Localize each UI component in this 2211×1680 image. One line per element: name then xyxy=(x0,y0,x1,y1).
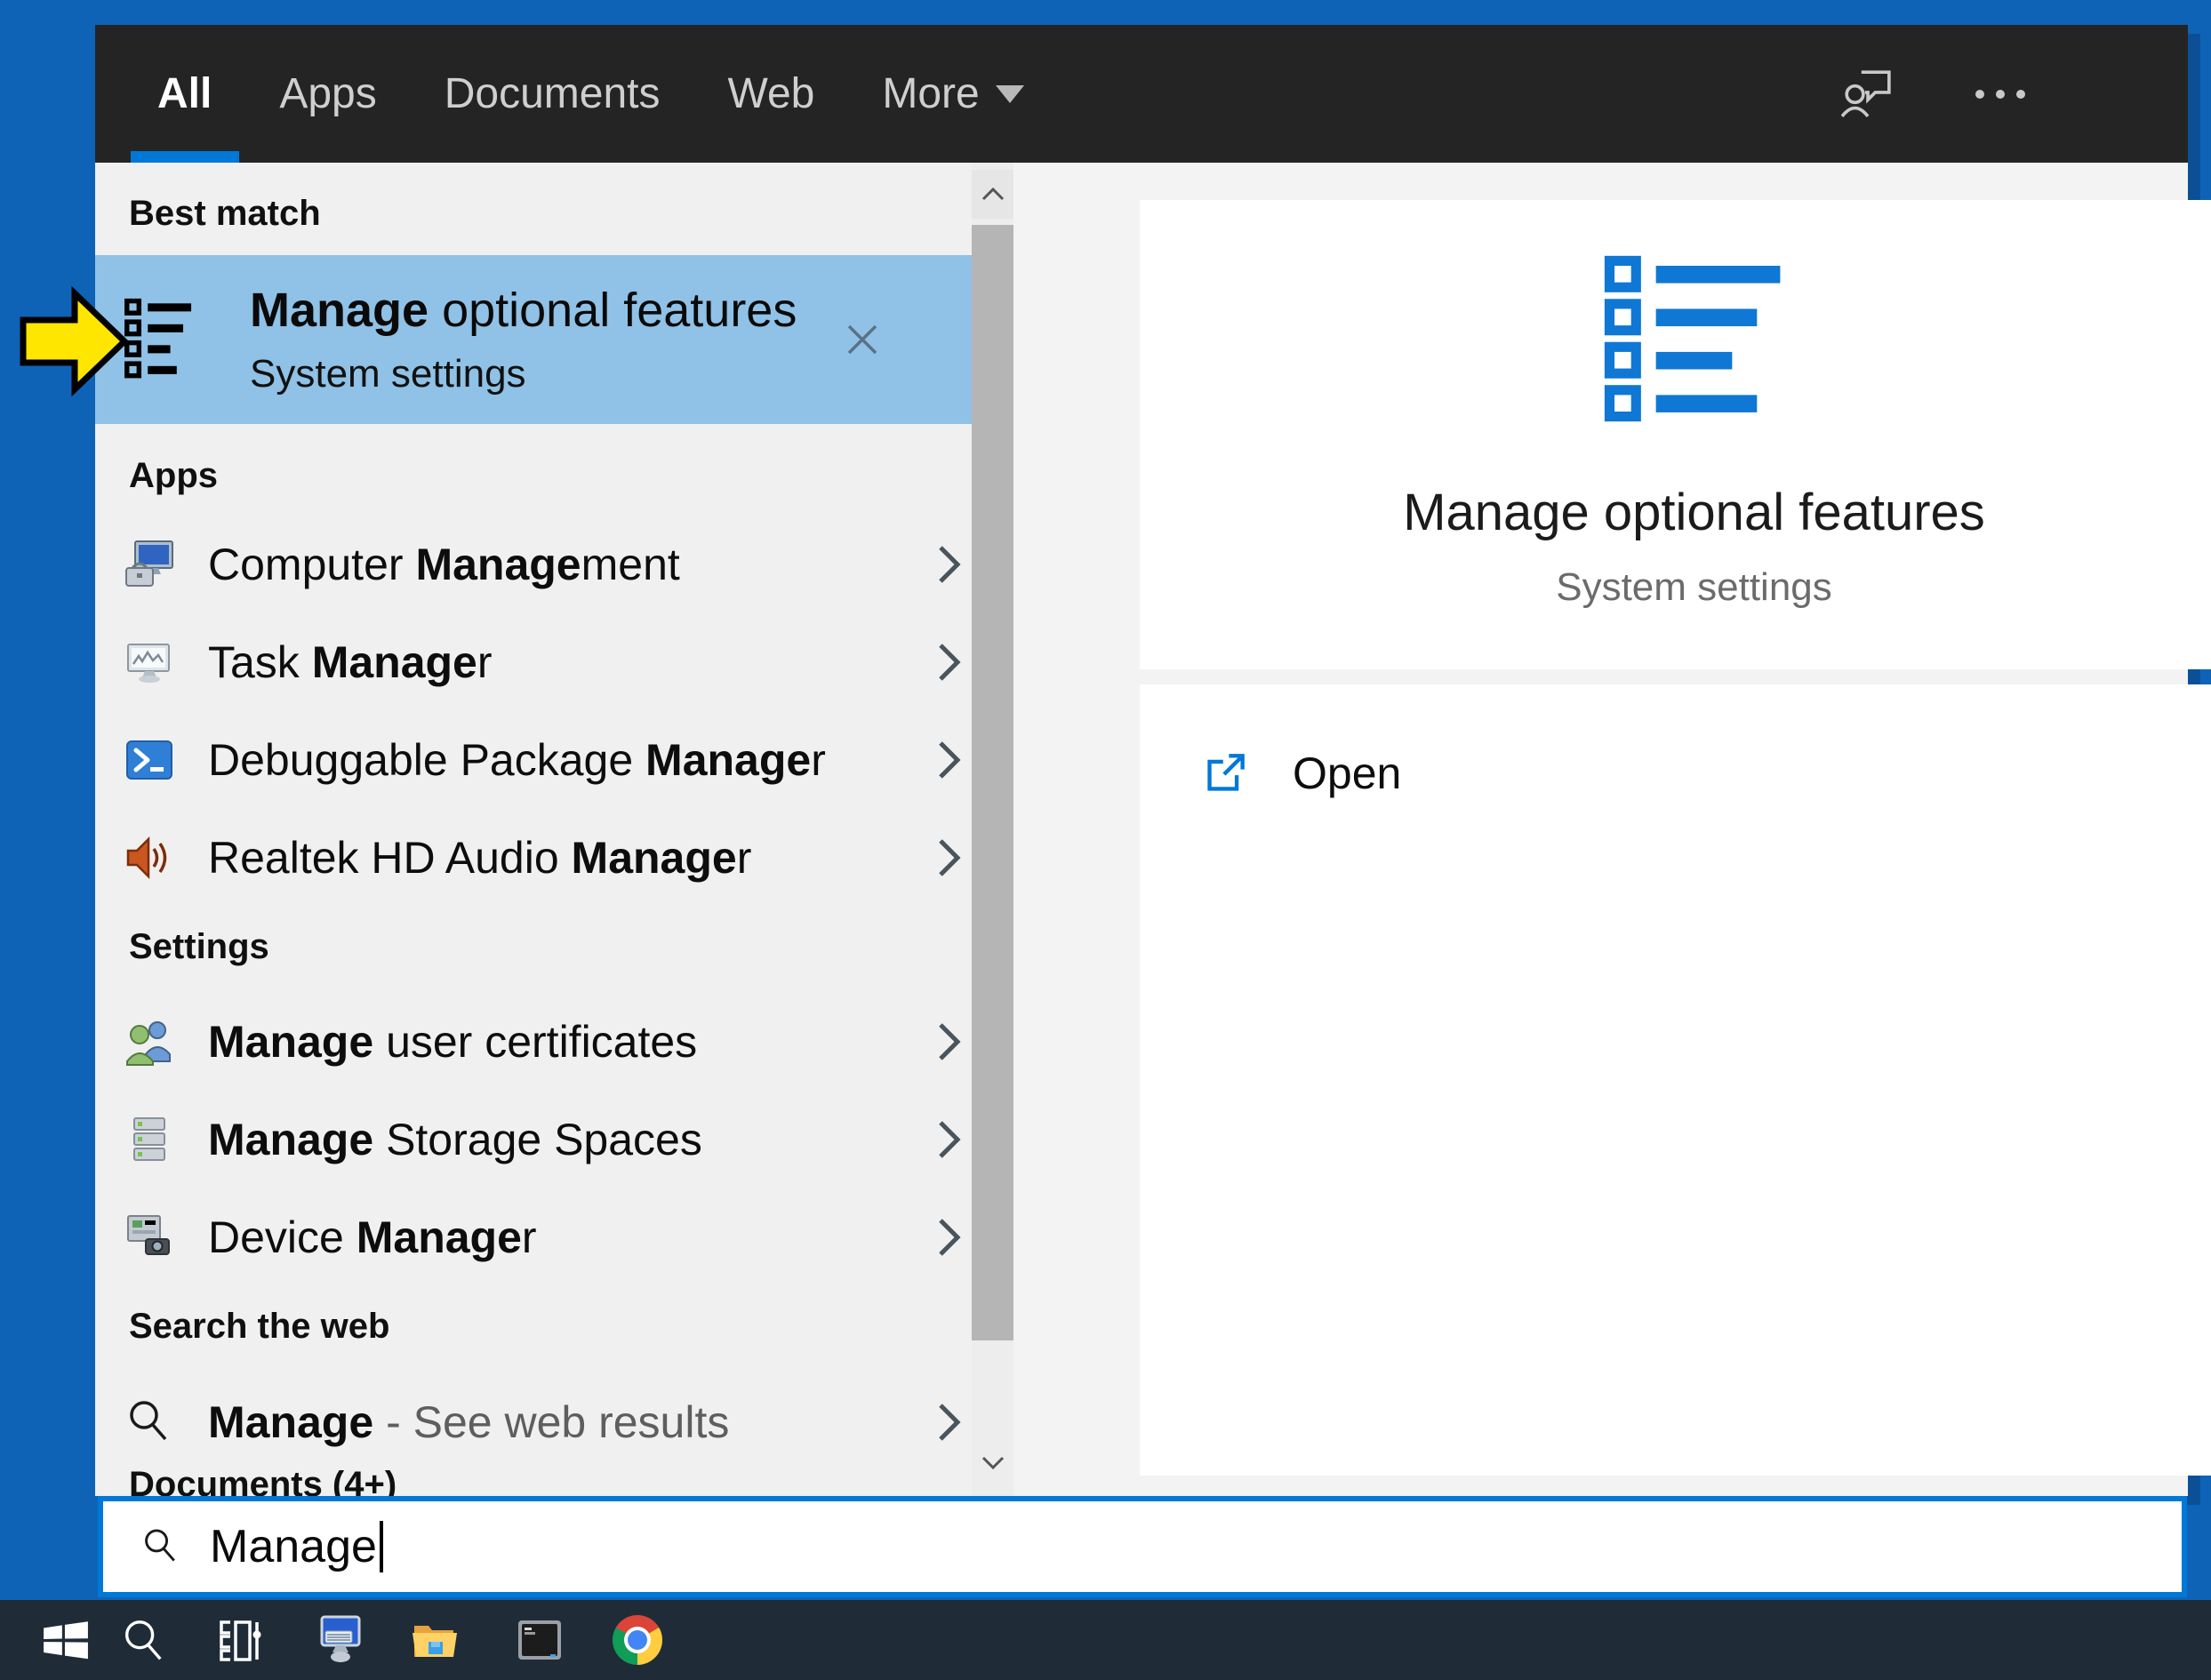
task-view-icon xyxy=(218,1615,268,1665)
tab-apps[interactable]: Apps xyxy=(279,69,376,118)
tab-apps-label: Apps xyxy=(279,69,376,118)
chevron-right-icon[interactable] xyxy=(938,1403,961,1442)
text-cursor xyxy=(380,1521,383,1572)
console-icon xyxy=(515,1615,565,1665)
result-label: Debuggable Package Manager xyxy=(208,734,826,786)
search-the-web-heading: Search the web xyxy=(129,1300,389,1353)
preview-actions-card: Open xyxy=(1140,684,2211,1476)
documents-heading: Documents (4+) xyxy=(129,1458,397,1496)
tab-documents[interactable]: Documents xyxy=(445,69,661,118)
search-filter-header: All Apps Documents Web More xyxy=(95,25,2188,163)
windows-logo-icon xyxy=(42,1616,90,1664)
result-computer-management[interactable]: Computer Management xyxy=(95,516,972,613)
desktop-background: All Apps Documents Web More xyxy=(0,0,2211,1680)
scrollbar-thumb[interactable] xyxy=(972,225,1013,1340)
search-query-text: Manage xyxy=(210,1520,377,1573)
best-match-heading: Best match xyxy=(129,187,321,240)
result-device-manager[interactable]: Device Manager xyxy=(95,1188,972,1286)
best-match-title-rest: optional features xyxy=(429,284,797,337)
open-action[interactable]: Open xyxy=(1140,736,2211,811)
ellipsis-icon[interactable] xyxy=(1973,85,2028,103)
search-icon xyxy=(140,1526,181,1567)
chevron-right-icon[interactable] xyxy=(938,643,961,682)
scroll-down-button[interactable] xyxy=(972,1438,1013,1487)
result-label: Computer Management xyxy=(208,539,680,590)
best-match-subtitle: System settings xyxy=(250,352,797,396)
chrome-shortcut[interactable] xyxy=(599,1600,676,1680)
result-label: Manage Storage Spaces xyxy=(208,1114,702,1165)
scroll-up-button[interactable] xyxy=(972,170,1013,219)
result-realtek-audio-manager[interactable]: Realtek HD Audio Manager xyxy=(95,809,972,907)
optional-features-icon-large xyxy=(1603,253,1785,424)
chevron-right-icon[interactable] xyxy=(938,545,961,584)
feedback-user-icon[interactable] xyxy=(1841,68,1893,120)
result-label: Realtek HD Audio Manager xyxy=(208,832,751,884)
tab-more-label: More xyxy=(882,69,979,118)
tab-all-label: All xyxy=(157,69,212,118)
results-scrollbar[interactable] xyxy=(972,163,1013,1496)
start-button[interactable] xyxy=(28,1600,104,1680)
chevron-up-icon xyxy=(981,188,1005,201)
computer-keyboard-icon xyxy=(315,1615,364,1665)
result-manage-user-certificates[interactable]: Manage user certificates xyxy=(95,993,972,1091)
folder-icon xyxy=(411,1615,461,1665)
task-view-button[interactable] xyxy=(204,1600,281,1680)
remote-desktop-shortcut[interactable] xyxy=(301,1600,378,1680)
open-label: Open xyxy=(1293,748,1401,799)
search-input[interactable]: Manage xyxy=(98,1496,2187,1597)
result-label: Manage - See web results xyxy=(208,1396,729,1448)
tab-web[interactable]: Web xyxy=(728,69,815,118)
best-match-result[interactable]: Manage optional features System settings xyxy=(95,255,972,424)
active-tab-indicator xyxy=(131,151,239,163)
filter-tabs: All Apps Documents Web More xyxy=(157,25,1024,163)
taskbar-search-button[interactable] xyxy=(105,1600,181,1680)
preview-title: Manage optional features xyxy=(1403,483,1985,542)
result-label: Manage user certificates xyxy=(208,1016,697,1068)
task-manager-icon xyxy=(124,637,174,687)
preview-panel: Manage optional features System settings… xyxy=(1013,163,2188,1496)
chrome-icon xyxy=(613,1615,662,1665)
result-label: Task Manager xyxy=(208,636,493,688)
search-flyout-window: All Apps Documents Web More xyxy=(95,25,2188,1496)
command-prompt-shortcut[interactable] xyxy=(501,1600,578,1680)
user-certificates-icon xyxy=(124,1017,174,1067)
powershell-icon xyxy=(124,735,174,785)
result-web-search[interactable]: Manage - See web results xyxy=(95,1373,972,1471)
chevron-right-icon[interactable] xyxy=(938,740,961,780)
speaker-icon xyxy=(124,833,174,883)
result-debuggable-package-manager[interactable]: Debuggable Package Manager xyxy=(95,711,972,809)
device-manager-icon xyxy=(124,1212,174,1262)
chevron-right-icon[interactable] xyxy=(938,1218,961,1257)
storage-spaces-icon xyxy=(124,1115,174,1164)
preview-card: Manage optional features System settings xyxy=(1140,200,2211,669)
taskbar xyxy=(0,1600,2211,1680)
computer-management-icon xyxy=(124,540,174,589)
tab-web-label: Web xyxy=(728,69,815,118)
chevron-right-icon[interactable] xyxy=(938,1022,961,1061)
optional-features-icon xyxy=(124,298,192,381)
best-match-title: Manage optional features xyxy=(250,283,797,338)
chevron-right-icon[interactable] xyxy=(938,838,961,877)
result-label: Device Manager xyxy=(208,1212,537,1263)
result-task-manager[interactable]: Task Manager xyxy=(95,613,972,711)
tab-documents-label: Documents xyxy=(445,69,661,118)
open-external-icon xyxy=(1204,752,1246,795)
apps-heading: Apps xyxy=(129,449,218,502)
search-icon xyxy=(119,1616,167,1664)
results-panel: Best match Manage optional features Syst… xyxy=(95,163,972,1496)
annotation-arrow xyxy=(16,281,132,402)
chevron-down-icon xyxy=(996,85,1024,103)
file-explorer-shortcut[interactable] xyxy=(397,1600,474,1680)
preview-subtitle: System settings xyxy=(1556,565,1832,610)
chevron-right-icon[interactable] xyxy=(938,1120,961,1159)
tab-more[interactable]: More xyxy=(882,69,1023,118)
chevron-down-icon xyxy=(981,1456,1005,1469)
best-match-title-bold: Manage xyxy=(250,284,429,337)
settings-heading: Settings xyxy=(129,920,269,973)
web-search-icon xyxy=(124,1397,174,1447)
result-manage-storage-spaces[interactable]: Manage Storage Spaces xyxy=(95,1091,972,1188)
tab-all[interactable]: All xyxy=(157,69,212,118)
close-icon[interactable] xyxy=(846,324,878,356)
